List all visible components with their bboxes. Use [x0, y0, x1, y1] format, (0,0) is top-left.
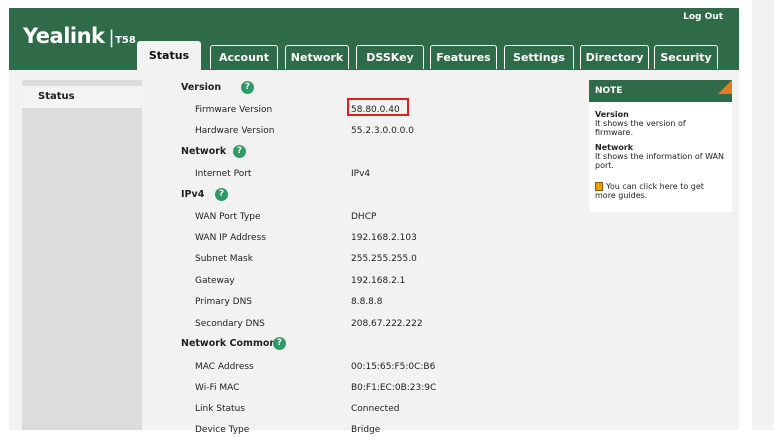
row-value: Connected — [351, 404, 400, 414]
row-value: 208.67.222.222 — [351, 319, 423, 329]
help-icon[interactable]: ? — [215, 188, 228, 201]
row-value: 192.168.2.103 — [351, 233, 417, 243]
row-value: DHCP — [351, 212, 377, 222]
row-value: IPv4 — [351, 169, 371, 179]
row-label: Secondary DNS — [195, 319, 265, 329]
row-value: 255.255.255.0 — [351, 254, 417, 264]
row-label: Internet Port — [195, 169, 252, 179]
brand-name: Yealink — [23, 24, 105, 48]
note-guide-link[interactable]: You can click here to get more guides. — [595, 182, 726, 200]
note-corner-decoration — [718, 80, 732, 94]
logout-link[interactable]: Log Out — [683, 12, 723, 22]
note-title: NOTE — [589, 80, 732, 102]
row-label: Hardware Version — [195, 126, 275, 136]
note-version-text: It shows the version of firmware. — [595, 119, 686, 137]
tab-directory[interactable]: Directory — [580, 45, 649, 69]
tab-security[interactable]: Security — [654, 45, 718, 69]
help-icon[interactable]: ? — [241, 81, 254, 94]
tab-features[interactable]: Features — [430, 45, 497, 69]
tab-network[interactable]: Network — [285, 45, 349, 69]
section-title: Version — [181, 82, 222, 93]
help-icon[interactable]: ? — [233, 145, 246, 158]
row-value: 55.2.3.0.0.0.0 — [351, 126, 414, 136]
row-label: Subnet Mask — [195, 254, 253, 264]
row-label: Wi-Fi MAC — [195, 383, 240, 393]
page-scrollbar[interactable] — [752, 0, 774, 430]
row-label: MAC Address — [195, 362, 254, 372]
sidebar: Status — [22, 80, 142, 430]
row-label: Link Status — [195, 404, 245, 414]
note-network-text: It shows the information of WAN port. — [595, 152, 724, 170]
page: Yealink |T58 Log Out Status Account Netwo… — [0, 0, 774, 435]
section-title: Network Common — [181, 338, 277, 349]
status-panel: Version ? Firmware Version 58.80.0.40 Ha… — [151, 70, 581, 435]
row-label: Firmware Version — [195, 105, 273, 115]
row-value: 00:15:65:F5:0C:B6 — [351, 362, 436, 372]
section-title: IPv4 — [181, 189, 205, 200]
brand-separator: | — [108, 27, 115, 48]
row-value: Bridge — [351, 425, 381, 435]
book-icon — [595, 182, 603, 191]
sidebar-item-status[interactable]: Status — [22, 86, 142, 108]
note-body: Version It shows the version of firmware… — [589, 102, 732, 212]
row-label: Gateway — [195, 276, 235, 286]
note-version-title: Version — [595, 110, 629, 119]
tab-dsskey[interactable]: DSSKey — [356, 45, 424, 69]
note-guide-text: You can click here to get more guides. — [595, 182, 704, 200]
help-icon[interactable]: ? — [273, 337, 286, 350]
row-label: Device Type — [195, 425, 250, 435]
note-panel: NOTE Version It shows the version of fir… — [589, 80, 732, 240]
tab-settings[interactable]: Settings — [504, 45, 574, 69]
section-title: Network — [181, 146, 227, 157]
row-value: 8.8.8.8 — [351, 297, 383, 307]
brand-model: T58 — [115, 35, 136, 46]
tab-status[interactable]: Status — [137, 41, 201, 70]
row-value: B0:F1:EC:0B:23:9C — [351, 383, 437, 393]
row-label: WAN IP Address — [195, 233, 266, 243]
note-network-title: Network — [595, 143, 634, 152]
row-label: WAN Port Type — [195, 212, 261, 222]
firmware-version-value: 58.80.0.40 — [351, 105, 400, 115]
brand-logo: Yealink |T58 — [23, 24, 136, 48]
tab-account[interactable]: Account — [210, 45, 278, 69]
row-label: Primary DNS — [195, 297, 253, 307]
row-value: 192.168.2.1 — [351, 276, 406, 286]
